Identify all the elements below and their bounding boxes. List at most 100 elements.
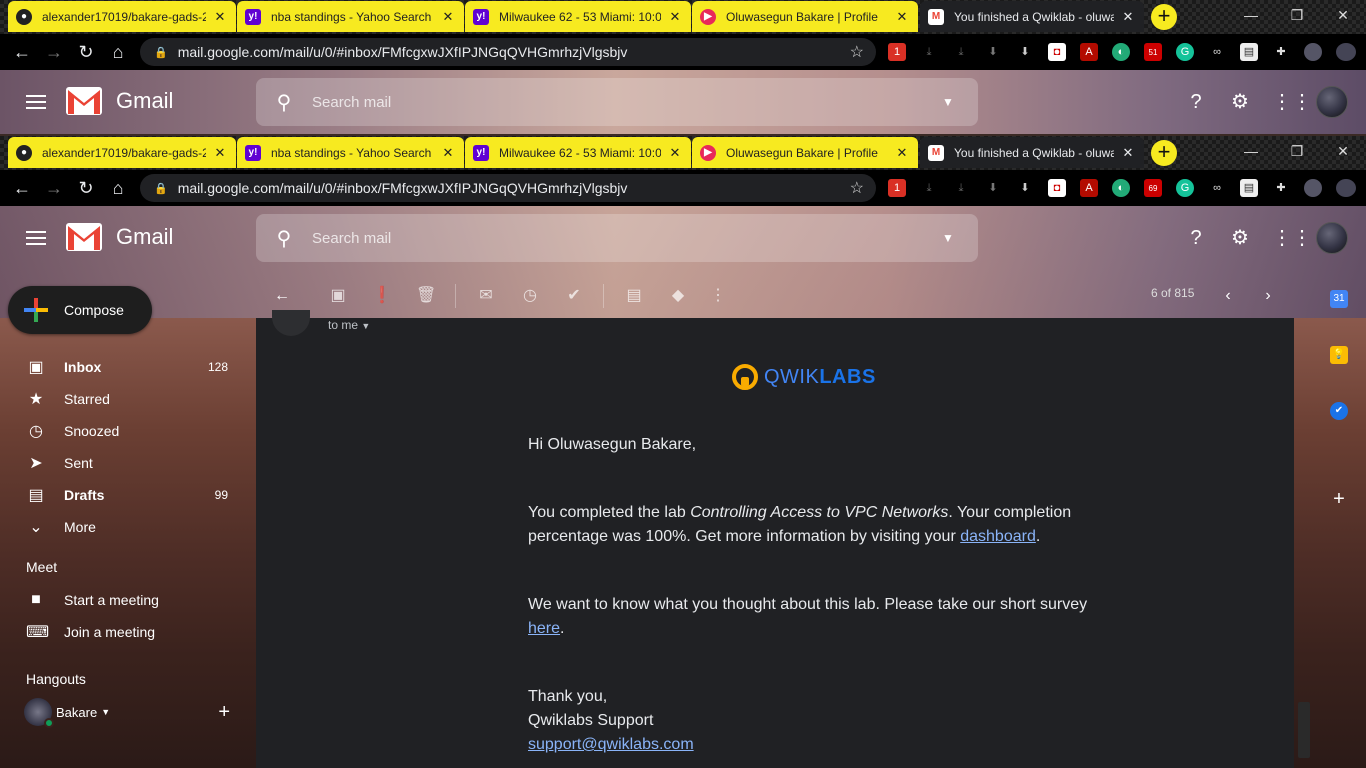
extensions-icon[interactable]: ✚	[1272, 43, 1290, 61]
ext-icon[interactable]: 1	[888, 179, 906, 197]
settings-gear-icon[interactable]: ⚙	[1228, 226, 1252, 250]
search-options-icon[interactable]: ▼	[918, 231, 978, 245]
close-tab-icon[interactable]: ✕	[1120, 9, 1136, 25]
new-tab-button[interactable]: +	[1151, 140, 1177, 166]
restore-icon[interactable]: ❐	[1274, 0, 1320, 30]
ext-icon[interactable]: ∞	[1208, 179, 1226, 197]
add-task-icon[interactable]: ✔	[564, 286, 584, 306]
profile-avatar-icon[interactable]	[1336, 179, 1356, 197]
caret-down-icon[interactable]: ▼	[101, 707, 218, 717]
ext-icon[interactable]: ◐	[1112, 43, 1130, 61]
pdf-icon[interactable]: A	[1080, 179, 1098, 197]
hangouts-user[interactable]: Bakare ▼ +	[24, 696, 234, 728]
new-tab-button[interactable]: +	[1151, 4, 1177, 30]
grammarly-icon[interactable]: G	[1176, 179, 1194, 197]
recipient-dropdown[interactable]: to me ▼	[328, 318, 370, 332]
close-tab-icon[interactable]: ✕	[440, 145, 456, 161]
search-input[interactable]: Search mail	[312, 94, 918, 111]
ext-icon[interactable]: ▤	[1240, 179, 1258, 197]
back-to-inbox-icon[interactable]: ←	[272, 286, 292, 306]
snooze-icon[interactable]: ◷	[520, 286, 540, 306]
close-tab-icon[interactable]: ✕	[440, 9, 456, 25]
help-icon[interactable]: ?	[1184, 226, 1208, 250]
tab-yahoo-score[interactable]: y! Milwaukee 62 - 53 Miami: 10:00 ✕	[465, 137, 691, 168]
dashboard-link[interactable]: dashboard	[960, 528, 1036, 545]
download-icon[interactable]: ⤓	[952, 179, 970, 197]
tab-yahoo-score[interactable]: y! Milwaukee 62 - 53 Miami: 10:00 ✕	[465, 1, 691, 32]
restore-icon[interactable]: ❐	[1274, 136, 1320, 166]
settings-gear-icon[interactable]: ⚙	[1228, 90, 1252, 114]
tab-gmail-active[interactable]: M You finished a Qwiklab - oluwa ✕	[920, 1, 1144, 32]
sidebar-item-sent[interactable]: ➤ Sent	[26, 447, 236, 479]
reload-icon[interactable]: ↻	[76, 178, 96, 198]
adblock-icon[interactable]: 51	[1144, 43, 1162, 61]
chevron-left-icon[interactable]: ‹	[1218, 286, 1238, 306]
ext-icon[interactable]	[1304, 43, 1322, 61]
omnibox[interactable]: 🔒 mail.google.com/mail/u/0/#inbox/FMfcgx…	[140, 174, 876, 202]
tasks-icon[interactable]: ✔	[1330, 402, 1348, 420]
back-icon[interactable]: ←	[12, 42, 32, 62]
apps-grid-icon[interactable]: ⋮⋮	[1272, 90, 1312, 114]
bookmark-star-icon[interactable]: ☆	[850, 178, 864, 198]
close-tab-icon[interactable]: ✕	[667, 145, 683, 161]
sidebar-item-drafts[interactable]: ▤ Drafts 99	[26, 479, 236, 511]
bookmark-star-icon[interactable]: ☆	[850, 42, 864, 62]
close-tab-icon[interactable]: ✕	[894, 9, 910, 25]
search-bar[interactable]: ⚲ Search mail ▼	[256, 214, 978, 262]
extensions-icon[interactable]: ✚	[1272, 179, 1290, 197]
archive-icon[interactable]: ▣	[328, 286, 348, 306]
ext-icon[interactable]: ⬇	[984, 43, 1002, 61]
calendar-icon[interactable]: 31	[1330, 290, 1348, 308]
forward-icon[interactable]: →	[44, 178, 64, 198]
ext-icon[interactable]: ▤	[1240, 43, 1258, 61]
main-menu-icon[interactable]	[26, 91, 46, 113]
tab-profile[interactable]: ▶ Oluwasegun Bakare | Profile ✕	[692, 137, 918, 168]
account-avatar[interactable]	[1316, 86, 1348, 118]
close-window-icon[interactable]: ✕	[1320, 136, 1366, 166]
close-tab-icon[interactable]: ✕	[212, 145, 228, 161]
main-menu-icon[interactable]	[26, 227, 46, 249]
adblock-icon[interactable]: 69	[1144, 179, 1162, 197]
ext-icon[interactable]: ∞	[1208, 43, 1226, 61]
pdf-icon[interactable]: A	[1080, 43, 1098, 61]
report-spam-icon[interactable]: ❗	[372, 286, 392, 306]
compose-button[interactable]: Compose	[8, 286, 152, 334]
download-icon[interactable]: ⤓	[920, 179, 938, 197]
grammarly-icon[interactable]: G	[1176, 43, 1194, 61]
mark-unread-icon[interactable]: ✉	[476, 286, 496, 306]
help-icon[interactable]: ?	[1184, 90, 1208, 114]
delete-icon[interactable]: 🗑	[416, 286, 436, 306]
label-icon[interactable]: ◆	[668, 286, 688, 306]
start-meeting-item[interactable]: ■ Start a meeting	[26, 584, 236, 616]
close-tab-icon[interactable]: ✕	[894, 145, 910, 161]
back-icon[interactable]: ←	[12, 178, 32, 198]
close-tab-icon[interactable]: ✕	[1120, 145, 1136, 161]
more-options-icon[interactable]: ⋮	[708, 286, 728, 306]
keep-icon[interactable]: 💡	[1330, 346, 1348, 364]
minimize-icon[interactable]: —	[1228, 136, 1274, 166]
search-bar[interactable]: ⚲ Search mail ▼	[256, 78, 978, 126]
home-icon[interactable]: ⌂	[108, 178, 128, 198]
search-input[interactable]: Search mail	[312, 230, 918, 247]
chevron-right-icon[interactable]: ›	[1258, 286, 1278, 306]
tab-gmail-active[interactable]: M You finished a Qwiklab - oluwa ✕	[920, 137, 1144, 168]
join-meeting-item[interactable]: ⌨ Join a meeting	[26, 616, 236, 648]
sidebar-item-starred[interactable]: ★ Starred	[26, 383, 236, 415]
account-avatar[interactable]	[1316, 222, 1348, 254]
omnibox[interactable]: 🔒 mail.google.com/mail/u/0/#inbox/FMfcgx…	[140, 38, 876, 66]
apps-grid-icon[interactable]: ⋮⋮	[1272, 226, 1312, 250]
tab-profile[interactable]: ▶ Oluwasegun Bakare | Profile ✕	[692, 1, 918, 32]
close-tab-icon[interactable]: ✕	[212, 9, 228, 25]
download-icon[interactable]: ⤓	[952, 43, 970, 61]
close-tab-icon[interactable]: ✕	[667, 9, 683, 25]
ext-icon[interactable]: ◘	[1048, 179, 1066, 197]
tab-github[interactable]: ● alexander17019/bakare-gads-2 ✕	[8, 1, 236, 32]
home-icon[interactable]: ⌂	[108, 42, 128, 62]
survey-link[interactable]: here	[528, 620, 560, 637]
forward-icon[interactable]: →	[44, 42, 64, 62]
search-icon[interactable]: ⚲	[256, 226, 312, 251]
tab-yahoo-search[interactable]: y! nba standings - Yahoo Search R ✕	[237, 137, 464, 168]
tab-yahoo-search[interactable]: y! nba standings - Yahoo Search R ✕	[237, 1, 464, 32]
ext-icon[interactable]: ⬇	[1016, 43, 1034, 61]
ext-icon[interactable]: ◐	[1112, 179, 1130, 197]
